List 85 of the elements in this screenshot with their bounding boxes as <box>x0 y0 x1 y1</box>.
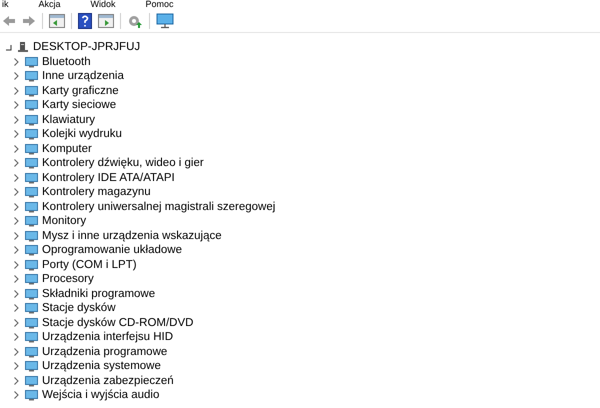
collapsed-chevron-icon[interactable] <box>14 391 19 400</box>
tree-item-label[interactable]: Inne urządzenia <box>42 69 124 84</box>
device-icon <box>25 172 38 184</box>
collapsed-chevron-icon[interactable] <box>14 304 19 312</box>
expanded-chevron-icon[interactable] <box>5 44 12 51</box>
computer-icon <box>17 41 29 54</box>
device-icon <box>25 56 38 68</box>
device-icon <box>25 244 38 256</box>
tree-item-label[interactable]: Kontrolery uniwersalnej magistrali szeregowej <box>42 200 276 214</box>
device-icon <box>25 142 38 155</box>
tree-item-label[interactable]: Porty (COM i LPT) <box>42 258 137 272</box>
tree-item-label[interactable]: Stacje dysków <box>42 301 116 316</box>
device-icon <box>25 215 38 228</box>
collapsed-chevron-icon[interactable] <box>14 202 19 211</box>
device-icon <box>25 114 38 126</box>
collapsed-chevron-icon[interactable] <box>14 72 19 80</box>
device-icon <box>25 374 38 387</box>
device-icon <box>25 273 38 286</box>
monitor-icon[interactable] <box>156 12 174 28</box>
tree-item-label[interactable]: Karty sieciowe <box>42 98 116 112</box>
collapsed-chevron-icon[interactable] <box>14 333 19 342</box>
tree-item-label[interactable]: Stacje dysków CD-ROM/DVD <box>42 316 194 330</box>
tree-item-label[interactable]: Oprogramowanie układowe <box>42 243 182 258</box>
device-icon <box>25 84 38 97</box>
collapsed-chevron-icon[interactable] <box>14 260 19 269</box>
tree-item-label[interactable]: Procesory <box>42 272 94 286</box>
collapsed-chevron-icon[interactable] <box>14 159 19 168</box>
collapsed-chevron-icon[interactable] <box>14 232 19 240</box>
collapsed-chevron-icon[interactable] <box>14 144 19 153</box>
collapsed-chevron-icon[interactable] <box>14 174 19 182</box>
tree-item-label[interactable]: Urządzenia interfejsu HID <box>42 330 174 344</box>
tree-item-label[interactable]: Klawiatury <box>42 112 96 127</box>
device-icon <box>25 99 38 112</box>
tree-item-label[interactable]: Mysz i inne urządzenia wskazujące <box>42 228 222 243</box>
window-panel-icon[interactable] <box>49 14 65 28</box>
device-icon <box>25 200 38 213</box>
menu-item[interactable]: Pomoc <box>146 0 174 9</box>
collapsed-chevron-icon[interactable] <box>14 348 19 356</box>
tree-item-label[interactable]: Karty graficzne <box>42 84 119 98</box>
tree-item-label[interactable]: Kontrolery IDE ATA/ATAPI <box>42 170 175 185</box>
back-arrow-icon[interactable] <box>2 14 16 26</box>
tree-item-label[interactable]: Kontrolery dźwięku, wideo i gier <box>42 156 204 170</box>
tree-item-label[interactable]: Wejścia i wyjścia audio <box>42 388 160 402</box>
collapsed-chevron-icon[interactable] <box>14 362 19 370</box>
collapsed-chevron-icon[interactable] <box>14 101 19 110</box>
collapsed-chevron-icon[interactable] <box>14 217 19 226</box>
device-icon <box>25 230 38 242</box>
collapsed-chevron-icon[interactable] <box>14 275 19 284</box>
tree-item-label[interactable]: Urządzenia programowe <box>42 344 168 359</box>
device-icon <box>25 331 38 344</box>
tree-item-label[interactable]: Kontrolery magazynu <box>42 185 151 200</box>
tree-item-label[interactable]: Monitory <box>42 214 86 228</box>
collapsed-chevron-icon[interactable] <box>14 130 19 138</box>
menu-item[interactable]: ik <box>2 0 8 9</box>
collapsed-chevron-icon[interactable] <box>14 188 19 196</box>
device-icon <box>25 70 38 82</box>
collapsed-chevron-icon[interactable] <box>14 290 19 298</box>
tree-item-label[interactable]: Składniki programowe <box>42 286 156 301</box>
collapsed-chevron-icon[interactable] <box>14 86 19 95</box>
tree-item-label[interactable]: Komputer <box>42 142 92 156</box>
collapsed-chevron-icon[interactable] <box>14 116 19 124</box>
tree-item-label[interactable]: Bluetooth <box>42 54 91 69</box>
device-icon <box>25 316 38 329</box>
window-panel-icon[interactable] <box>98 14 114 28</box>
device-icon <box>25 389 38 402</box>
device-icon <box>25 128 38 140</box>
help-icon[interactable] <box>78 12 92 28</box>
forward-arrow-icon[interactable] <box>22 14 36 26</box>
collapsed-chevron-icon[interactable] <box>14 376 19 385</box>
tree-root-label[interactable]: DESKTOP-JPRJFUJ <box>33 40 140 54</box>
collapsed-chevron-icon[interactable] <box>14 318 19 327</box>
device-icon <box>25 302 38 314</box>
device-icon <box>25 157 38 170</box>
device-icon <box>25 346 38 358</box>
device-icon <box>25 360 38 372</box>
collapsed-chevron-icon[interactable] <box>14 246 19 254</box>
tree-item-label[interactable]: Urządzenia zabezpieczeń <box>42 374 174 388</box>
tree-item-label[interactable]: Kolejki wydruku <box>42 127 122 142</box>
menu-item[interactable]: Widok <box>90 0 116 9</box>
menu-item[interactable]: Akcja <box>38 0 61 9</box>
tree-item-label[interactable]: Urządzenia systemowe <box>42 359 161 374</box>
device-icon <box>25 186 38 198</box>
device-icon <box>25 258 38 271</box>
collapsed-chevron-icon[interactable] <box>14 58 19 66</box>
device-icon <box>25 288 38 300</box>
